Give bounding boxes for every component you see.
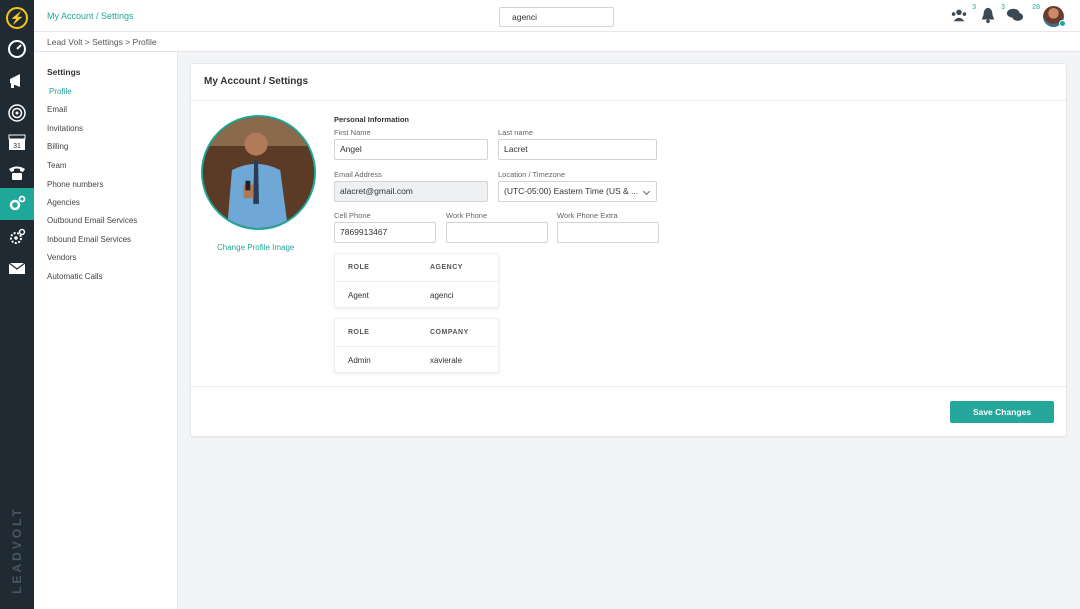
sidebar-item-billing[interactable]: Billing bbox=[34, 138, 177, 156]
work-phone-extra-label: Work Phone Extra bbox=[557, 211, 618, 220]
megaphone-icon[interactable] bbox=[0, 65, 34, 97]
change-profile-image-link[interactable]: Change Profile Image bbox=[217, 243, 294, 252]
team-count-badge: 3 bbox=[972, 4, 976, 11]
sidebar-item-email[interactable]: Email bbox=[34, 101, 177, 119]
sidebar-heading: Settings bbox=[47, 67, 81, 77]
company-column-header: COMPANY bbox=[430, 329, 469, 336]
agency-column-header: AGENCY bbox=[430, 264, 463, 271]
sidebar-item-vendors[interactable]: Vendors bbox=[34, 249, 177, 267]
cell-phone-field[interactable]: 7869913467 bbox=[334, 222, 436, 243]
work-phone-label: Work Phone bbox=[446, 211, 488, 220]
chat-icon[interactable]: 28 bbox=[1006, 4, 1040, 26]
company-cell: xavierale bbox=[430, 356, 463, 365]
last-name-field[interactable]: Lacret bbox=[498, 139, 657, 160]
lightning-logo-icon[interactable]: ⚡ bbox=[6, 7, 28, 29]
timezone-select[interactable]: (UTC-05:00) Eastern Time (US & ... bbox=[498, 181, 657, 202]
email-field: alacret@gmail.com bbox=[334, 181, 488, 202]
first-name-label: First Name bbox=[334, 128, 371, 137]
sidebar-item-team[interactable]: Team bbox=[34, 157, 177, 175]
top-bar: My Account / Settings agenci 3 3 28 bbox=[34, 0, 1080, 32]
work-phone-field[interactable] bbox=[446, 222, 548, 243]
role-company-table: ROLE COMPANY Admin xavierale bbox=[334, 318, 499, 373]
timezone-select-value: (UTC-05:00) Eastern Time (US & ... bbox=[504, 186, 639, 196]
card-title: My Account / Settings bbox=[204, 76, 309, 87]
sidebar-item-agencies[interactable]: Agencies bbox=[34, 194, 177, 212]
chevron-down-icon bbox=[642, 187, 651, 196]
search-input[interactable]: agenci bbox=[499, 7, 614, 27]
chat-count-badge: 28 bbox=[1032, 4, 1040, 11]
calendar-icon[interactable]: 31 bbox=[0, 126, 34, 158]
role-column-header: ROLE bbox=[348, 329, 370, 336]
gears-icon[interactable] bbox=[0, 188, 34, 220]
brand-vertical-logo: LEADVOLT bbox=[10, 506, 24, 594]
role-column-header: ROLE bbox=[348, 264, 370, 271]
avatar[interactable] bbox=[1043, 6, 1066, 27]
agency-cell: agenci bbox=[430, 291, 454, 300]
role-cell: Admin bbox=[348, 356, 371, 365]
email-label: Email Address bbox=[334, 170, 382, 179]
sidebar-item-invitations[interactable]: Invitations bbox=[34, 120, 177, 138]
settings-sidebar: Settings Profile Email Invitations Billi… bbox=[34, 52, 178, 609]
sidebar-item-profile[interactable]: Profile bbox=[34, 83, 177, 101]
breadcrumb: Lead Volt > Settings > Profile bbox=[34, 32, 1080, 52]
timezone-label: Location / Timezone bbox=[498, 170, 566, 179]
account-settings-card: My Account / Settings Change Profile Ima… bbox=[190, 63, 1067, 437]
card-footer-divider bbox=[191, 386, 1066, 387]
svg-text:31: 31 bbox=[13, 143, 21, 150]
sidebar-item-outbound-email-services[interactable]: Outbound Email Services bbox=[34, 212, 177, 230]
card-header-divider bbox=[191, 100, 1066, 101]
role-agency-table: ROLE AGENCY Agent agenci bbox=[334, 253, 499, 308]
top-bar-title: My Account / Settings bbox=[47, 11, 134, 21]
role-cell: Agent bbox=[348, 291, 369, 300]
save-changes-button[interactable]: Save Changes bbox=[950, 401, 1054, 423]
team-icon[interactable]: 3 bbox=[950, 4, 976, 26]
bell-icon[interactable]: 3 bbox=[979, 4, 1005, 26]
cell-phone-label: Cell Phone bbox=[334, 211, 371, 220]
personal-info-heading: Personal Information bbox=[334, 115, 410, 124]
icon-rail: ⚡ 31 LEADVOLT bbox=[0, 0, 34, 609]
sidebar-item-phone-numbers[interactable]: Phone numbers bbox=[34, 176, 177, 194]
target-icon[interactable] bbox=[0, 97, 34, 129]
settings-cog-icon[interactable] bbox=[0, 221, 34, 253]
sidebar-item-inbound-email-services[interactable]: Inbound Email Services bbox=[34, 231, 177, 249]
first-name-field[interactable]: Angel bbox=[334, 139, 488, 160]
dashboard-gauge-icon[interactable] bbox=[0, 33, 34, 65]
phone-icon[interactable] bbox=[0, 157, 34, 189]
sidebar-item-automatic-calls[interactable]: Automatic Calls bbox=[34, 268, 177, 286]
bell-count-badge: 3 bbox=[1001, 4, 1005, 11]
online-status-dot bbox=[1059, 20, 1066, 27]
envelope-icon[interactable] bbox=[0, 252, 34, 284]
last-name-label: Last name bbox=[498, 128, 534, 137]
work-phone-extra-field[interactable] bbox=[557, 222, 659, 243]
profile-photo bbox=[201, 115, 316, 230]
